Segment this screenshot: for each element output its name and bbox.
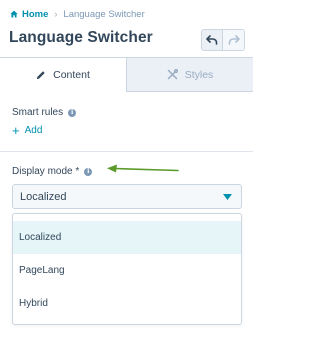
tab-styles-label: Styles (184, 68, 214, 81)
breadcrumb-home-label: Home (22, 8, 49, 20)
breadcrumb-current: Language Switcher (63, 8, 145, 20)
tab-styles[interactable]: Styles (127, 57, 253, 92)
caret-down-icon (223, 194, 232, 200)
redo-icon (228, 35, 240, 45)
tab-content-label: Content (53, 69, 90, 81)
annotation-arrow-icon (107, 164, 179, 173)
display-mode-dropdown: Localized PageLang Hybrid (12, 213, 242, 325)
smart-rules-label: Smart rules (12, 107, 64, 118)
page-title: Language Switcher (9, 29, 153, 46)
info-icon[interactable]: i (84, 167, 93, 176)
dropdown-option-pagelang[interactable]: PageLang (13, 254, 241, 287)
display-mode-select[interactable]: Localized (12, 184, 242, 209)
breadcrumb-home-link[interactable]: Home (10, 9, 48, 20)
tools-icon (167, 69, 178, 80)
pencil-icon (37, 71, 45, 79)
chevron-right-icon: › (54, 9, 58, 19)
display-mode-heading: Display mode * i (12, 166, 93, 177)
home-icon (10, 10, 18, 18)
add-label: Add (24, 125, 43, 136)
redo-button[interactable] (223, 30, 244, 50)
dropdown-option-localized[interactable]: Localized (13, 221, 241, 254)
display-mode-label: Display mode * (12, 166, 80, 177)
display-mode-selected-value: Localized (20, 190, 67, 203)
info-icon[interactable]: i (68, 108, 77, 117)
undo-redo-group (201, 29, 245, 51)
tab-bar: Content Styles (0, 57, 253, 92)
undo-icon (206, 35, 218, 45)
tab-content[interactable]: Content (0, 57, 127, 92)
add-smart-rule-button[interactable]: + Add (12, 122, 43, 138)
breadcrumb: Home › Language Switcher (10, 8, 145, 20)
undo-button[interactable] (202, 30, 224, 50)
plus-icon: + (12, 122, 20, 138)
smart-rules-heading: Smart rules i (12, 107, 77, 118)
section-divider (0, 151, 253, 152)
dropdown-option-hybrid[interactable]: Hybrid (13, 287, 241, 320)
